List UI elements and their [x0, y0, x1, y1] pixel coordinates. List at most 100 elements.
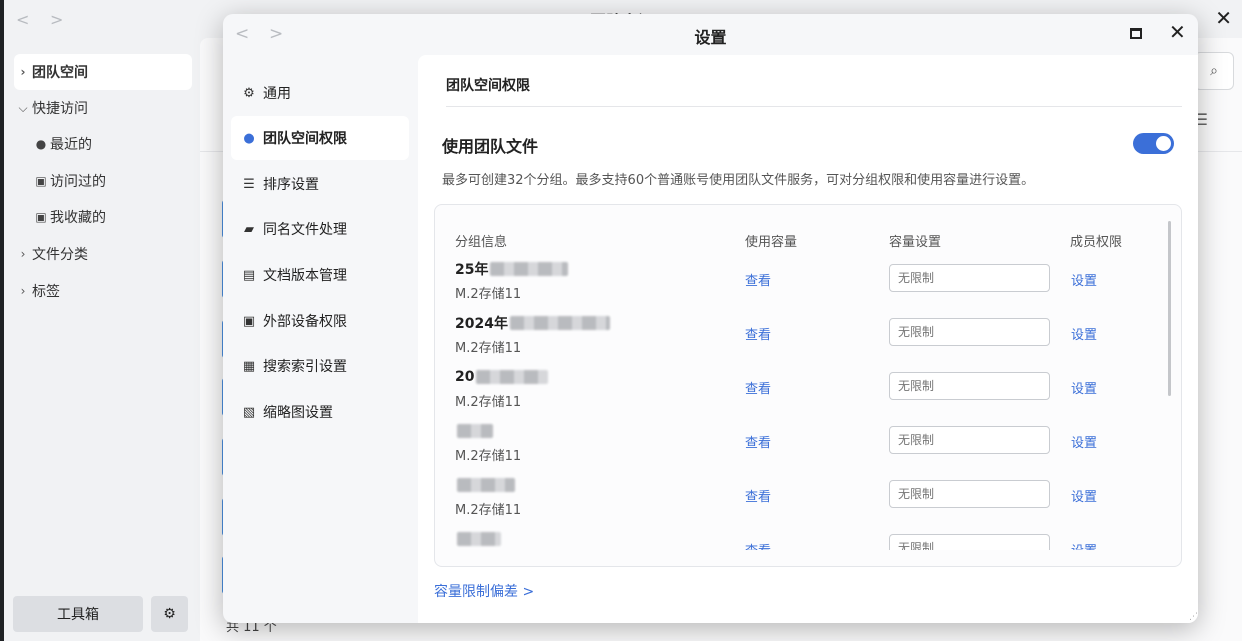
gear-icon: ⚙ — [243, 85, 255, 101]
feature-description: 最多可创建32个分组。最多支持60个普通账号使用团队文件服务，可对分组权限和使用… — [442, 173, 1035, 188]
folder-icon: ▣ — [35, 210, 47, 224]
sidebar-item-quick-access[interactable]: ⌵ 快捷访问 — [14, 90, 192, 126]
image-icon: ▧ — [242, 404, 256, 420]
table-row: 20 M.2存储11 查看 设置 — [435, 367, 1165, 421]
sidebar-item-label: 标签 — [32, 284, 60, 300]
view-usage-link[interactable]: 查看 — [745, 324, 771, 343]
group-name: 2024年 — [455, 313, 610, 333]
sidebar-item-team-space[interactable]: › 团队空间 — [14, 54, 192, 90]
table-scrollbar[interactable] — [1168, 221, 1171, 396]
sidebar-item-label: 快捷访问 — [32, 101, 88, 117]
file-icon: ▰ — [244, 221, 254, 237]
view-usage-link[interactable]: 查看 — [745, 270, 771, 289]
redacted-text — [457, 424, 493, 438]
nav-item-label: 排序设置 — [263, 177, 319, 193]
nav-item-label: 团队空间权限 — [263, 131, 347, 147]
dialog-title: 设置 — [694, 28, 727, 47]
gear-icon[interactable]: ⚙ — [151, 596, 188, 632]
capacity-input[interactable] — [889, 264, 1050, 292]
table-row: 查看 设置 — [435, 529, 1165, 550]
nav-item-search-index[interactable]: ▦ 搜索索引设置 — [231, 344, 409, 388]
redacted-text — [457, 532, 501, 546]
chevron-down-icon: ⌵ — [18, 100, 28, 115]
search-index-icon: ▦ — [242, 358, 256, 374]
sidebar-item-recent[interactable]: ● 最近的 — [14, 126, 192, 162]
capacity-input[interactable] — [889, 426, 1050, 454]
column-header-permission: 成员权限 — [1070, 235, 1123, 250]
member-permission-link[interactable]: 设置 — [1071, 432, 1097, 451]
nav-item-sort-settings[interactable]: ☰ 排序设置 — [231, 162, 409, 206]
nav-item-duplicate-file-handling[interactable]: ▰ 同名文件处理 — [231, 207, 409, 251]
sidebar-item-favorites[interactable]: ▣ 我收藏的 — [14, 199, 192, 235]
feature-title: 使用团队文件 — [442, 137, 539, 156]
section-title: 团队空间权限 — [446, 78, 530, 94]
folder-icon: ▣ — [35, 174, 47, 188]
group-table: 分组信息 使用容量 容量设置 成员权限 25年 M.2存储11 查看 设置 20… — [434, 204, 1182, 567]
member-permission-link[interactable]: 设置 — [1071, 540, 1097, 550]
sidebar-item-tags[interactable]: › 标签 — [14, 273, 192, 309]
group-storage: M.2存储11 — [455, 395, 522, 410]
nav-item-label: 同名文件处理 — [263, 222, 347, 238]
nav-item-label: 缩略图设置 — [263, 405, 333, 421]
sidebar-item-visited[interactable]: ▣ 访问过的 — [14, 163, 192, 199]
column-header-usage: 使用容量 — [745, 235, 798, 250]
device-icon: ▣ — [242, 313, 256, 329]
member-permission-link[interactable]: 设置 — [1071, 324, 1097, 343]
column-header-group-info: 分组信息 — [455, 235, 508, 250]
resize-grip-icon[interactable]: ⋰ — [1189, 612, 1198, 622]
column-header-capacity: 容量设置 — [889, 235, 942, 250]
toolbox-button[interactable]: 工具箱 — [13, 596, 143, 632]
view-usage-link[interactable]: 查看 — [745, 540, 771, 550]
member-permission-link[interactable]: 设置 — [1071, 486, 1097, 505]
group-storage: M.2存储11 — [455, 341, 522, 356]
sidebar-item-label: 我收藏的 — [50, 210, 106, 226]
sidebar-item-label: 最近的 — [50, 137, 92, 153]
redacted-text — [476, 370, 549, 384]
forward-icon[interactable]: > — [50, 10, 63, 29]
settings-dialog: < > 设置 ✕ ⚙ 通用 ● 团队空间权限 ☰ 排序设置 ▰ 同名文件处理 ▤… — [223, 14, 1198, 623]
group-storage: M.2存储11 — [455, 287, 522, 302]
maximize-icon[interactable] — [1130, 28, 1142, 39]
team-files-toggle[interactable] — [1133, 133, 1174, 154]
nav-item-general[interactable]: ⚙ 通用 — [231, 71, 409, 115]
back-icon[interactable]: < — [16, 10, 29, 29]
capacity-input[interactable] — [889, 534, 1050, 550]
view-usage-link[interactable]: 查看 — [745, 432, 771, 451]
section-divider — [446, 106, 1182, 107]
sidebar-item-label: 团队空间 — [32, 65, 88, 81]
group-table-body: 分组信息 使用容量 容量设置 成员权限 25年 M.2存储11 查看 设置 20… — [435, 205, 1165, 550]
capacity-input[interactable] — [889, 372, 1050, 400]
redacted-text — [457, 478, 515, 492]
table-row: M.2存储11 查看 设置 — [435, 421, 1165, 475]
capacity-deviation-link[interactable]: 容量限制偏差 > — [434, 581, 534, 601]
nav-item-label: 通用 — [263, 86, 291, 102]
nav-item-label: 文档版本管理 — [263, 268, 347, 284]
nav-item-label: 外部设备权限 — [263, 314, 347, 330]
nav-item-document-version[interactable]: ▤ 文档版本管理 — [231, 253, 409, 297]
sidebar-item-file-category[interactable]: › 文件分类 — [14, 236, 192, 272]
member-permission-link[interactable]: 设置 — [1071, 378, 1097, 397]
nav-item-external-device[interactable]: ▣ 外部设备权限 — [231, 299, 409, 343]
group-name — [455, 421, 493, 441]
close-icon[interactable]: ✕ — [1169, 20, 1186, 44]
table-row: M.2存储11 查看 设置 — [435, 475, 1165, 529]
member-permission-link[interactable]: 设置 — [1071, 270, 1097, 289]
user-icon: ● — [243, 130, 255, 146]
view-usage-link[interactable]: 查看 — [745, 378, 771, 397]
redacted-text — [509, 316, 610, 330]
group-storage: M.2存储11 — [455, 449, 522, 464]
nav-item-thumbnail[interactable]: ▧ 缩略图设置 — [231, 390, 409, 434]
sidebar-item-label: 访问过的 — [50, 174, 106, 190]
capacity-input[interactable] — [889, 318, 1050, 346]
nav-item-team-space-permissions[interactable]: ● 团队空间权限 — [231, 116, 409, 160]
nav-item-label: 搜索索引设置 — [263, 359, 347, 375]
close-icon[interactable]: ✕ — [1215, 6, 1232, 30]
group-storage: M.2存储11 — [455, 503, 522, 518]
view-usage-link[interactable]: 查看 — [745, 486, 771, 505]
sidebar-item-label: 文件分类 — [32, 247, 88, 263]
redacted-text — [490, 262, 569, 276]
search-icon[interactable]: ⌕ — [1194, 52, 1234, 90]
group-name — [455, 475, 515, 495]
capacity-input[interactable] — [889, 480, 1050, 508]
settings-content: 团队空间权限 使用团队文件 最多可创建32个分组。最多支持60个普通账号使用团队… — [418, 55, 1198, 623]
